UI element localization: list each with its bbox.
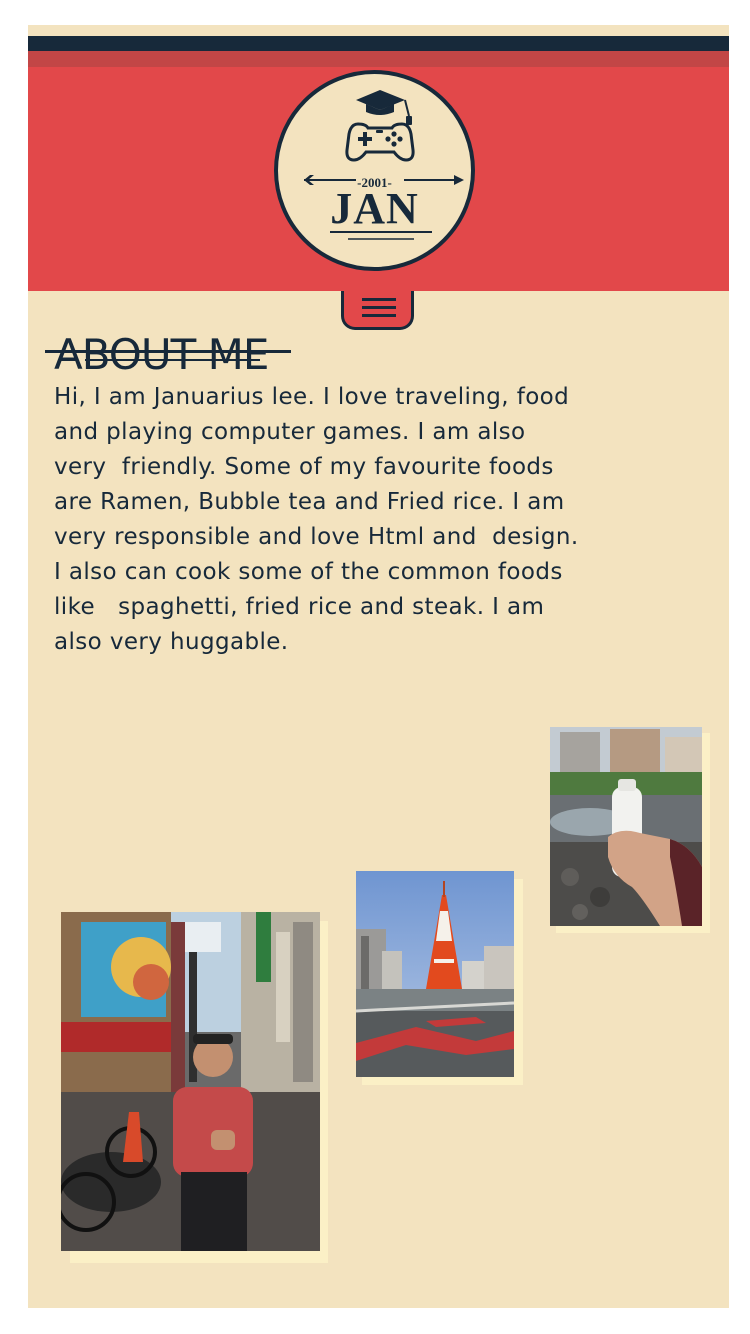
heading-underline-short <box>85 359 260 361</box>
heading-underline <box>45 350 291 353</box>
gamepad-icon <box>345 122 415 162</box>
page-card: -2001- JAN ABOUT ME Hi, I am Januarius l… <box>28 25 729 1308</box>
top-dark-bar <box>28 36 729 51</box>
hamburger-menu-icon-line <box>362 306 396 309</box>
about-me-heading: ABOUT ME <box>54 330 269 380</box>
logo-graphics <box>304 90 464 240</box>
hamburger-menu-icon-line <box>362 314 396 317</box>
photo-tokyo-tower-image <box>356 871 514 1077</box>
photo-street[interactable] <box>61 912 328 1263</box>
logo[interactable]: -2001- JAN <box>274 70 475 271</box>
photo-tokyo-tower[interactable] <box>356 871 523 1085</box>
graduation-cap-icon <box>356 90 412 125</box>
photo-milk-bottle-image <box>550 727 702 926</box>
photo-street-image <box>61 912 320 1251</box>
hamburger-menu-icon <box>362 298 396 301</box>
top-accent-bar <box>28 51 729 67</box>
about-me-text: Hi, I am Januarius lee. I love traveling… <box>54 384 579 655</box>
hamburger-menu-button[interactable] <box>341 291 414 330</box>
photo-milk-bottle[interactable] <box>550 727 710 933</box>
logo-name: JAN <box>330 184 419 233</box>
